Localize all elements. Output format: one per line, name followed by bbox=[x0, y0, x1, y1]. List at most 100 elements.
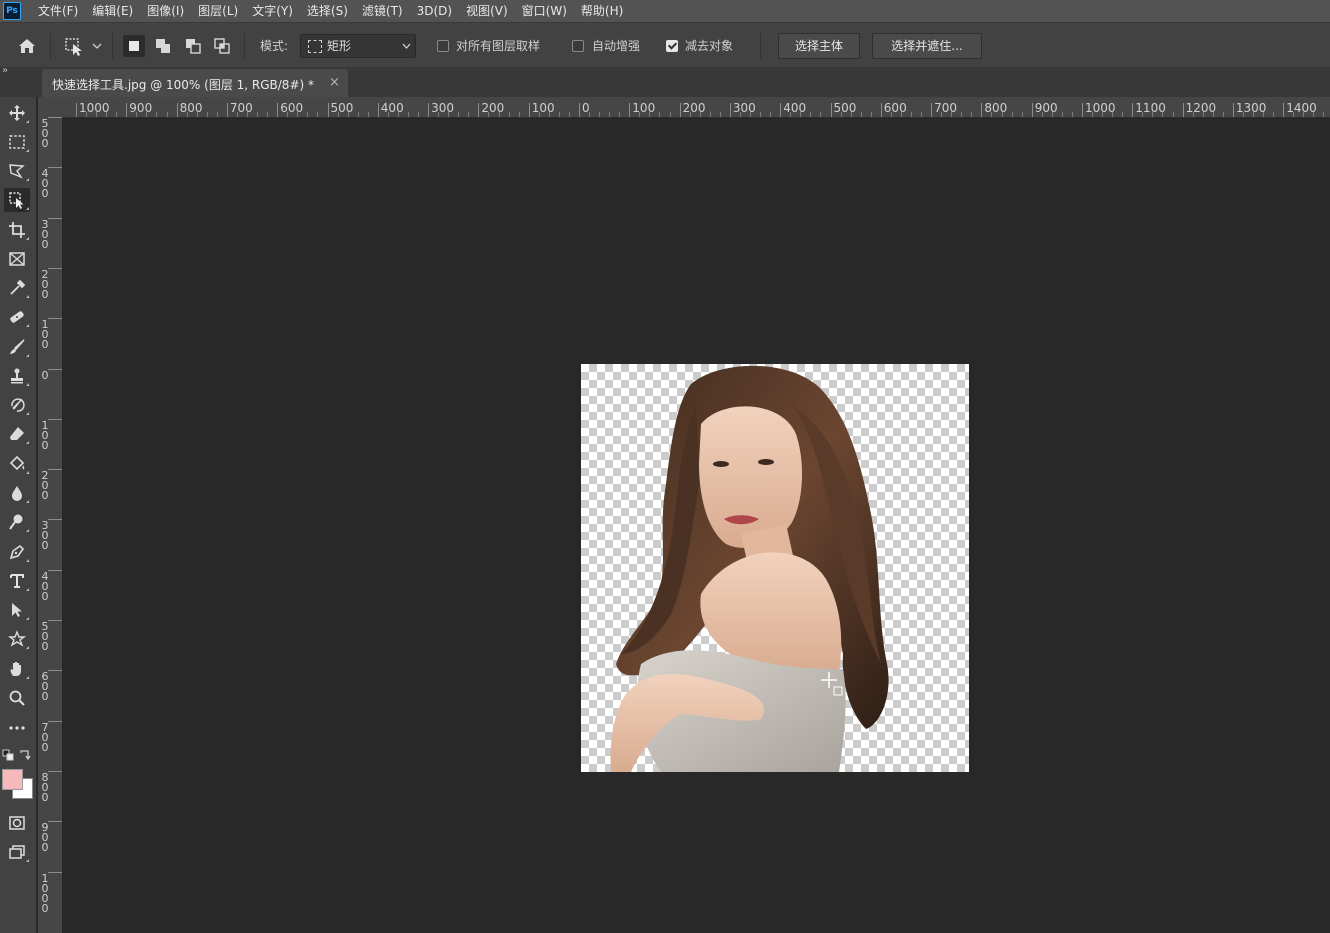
new-selection-button[interactable] bbox=[123, 35, 145, 57]
ruler-major-tick bbox=[48, 418, 62, 420]
tools-panel bbox=[0, 97, 37, 933]
quick-mask-button[interactable] bbox=[4, 811, 30, 835]
ruler-minor-tick bbox=[297, 112, 299, 117]
menu-view[interactable]: 视图(V) bbox=[459, 0, 515, 22]
ruler-top-label: 200 bbox=[682, 101, 706, 115]
menu-help[interactable]: 帮助(H) bbox=[574, 0, 630, 22]
ruler-minor-tick bbox=[196, 112, 198, 117]
path-selection-tool[interactable] bbox=[4, 598, 30, 622]
ruler-major-tick bbox=[931, 103, 933, 117]
type-icon bbox=[10, 574, 24, 588]
menu-filter[interactable]: 滤镜(T) bbox=[355, 0, 410, 22]
tool-preset-picker[interactable] bbox=[62, 35, 106, 57]
vertical-ruler[interactable]: 5004003002001000100200300400500600700800… bbox=[38, 117, 63, 933]
menu-type[interactable]: 文字(Y) bbox=[245, 0, 300, 22]
marquee-tool[interactable] bbox=[4, 130, 30, 154]
select-subject-button[interactable]: 选择主体 bbox=[778, 33, 860, 59]
ruler-origin[interactable] bbox=[38, 97, 63, 118]
eyedropper-tool[interactable] bbox=[4, 276, 30, 300]
menu-select[interactable]: 选择(S) bbox=[300, 0, 355, 22]
auto-enhance-label: 自动增强 bbox=[592, 39, 641, 53]
add-to-selection-button[interactable] bbox=[152, 35, 174, 57]
ruler-minor-tick bbox=[257, 112, 259, 117]
ruler-minor-tick bbox=[790, 112, 792, 117]
paint-bucket-tool[interactable] bbox=[4, 452, 30, 476]
ruler-minor-tick bbox=[548, 112, 550, 117]
zoom-tool[interactable] bbox=[4, 686, 30, 710]
ruler-minor-tick bbox=[639, 112, 641, 117]
document-image[interactable] bbox=[581, 364, 969, 772]
ruler-left-digit: 0 bbox=[41, 690, 49, 704]
custom-shape-tool[interactable] bbox=[4, 627, 30, 651]
hand-tool[interactable] bbox=[4, 657, 30, 681]
ruler-major-tick bbox=[48, 871, 62, 873]
edit-toolbar-button[interactable] bbox=[4, 716, 30, 740]
ruler-major-tick bbox=[48, 117, 62, 118]
ruler-left-label: 400 bbox=[41, 571, 49, 602]
ruler-minor-tick bbox=[1112, 112, 1114, 117]
ruler-left-digit: 0 bbox=[41, 489, 49, 503]
eraser-tool[interactable] bbox=[4, 422, 30, 446]
photoshop-logo[interactable]: Ps bbox=[3, 2, 21, 20]
horizontal-ruler[interactable]: 1000 900 800 700 600 500 400 300 200 100 0 100 200 30… bbox=[62, 97, 1330, 118]
ruler-top-label: 1300 bbox=[1235, 101, 1267, 115]
close-tab-icon[interactable]: × bbox=[329, 75, 340, 90]
lasso-tool[interactable] bbox=[4, 159, 30, 183]
swap-colors-icon[interactable] bbox=[19, 749, 31, 761]
menu-file[interactable]: 文件(F) bbox=[31, 0, 85, 22]
healing-brush-tool[interactable] bbox=[4, 305, 30, 329]
frame-tool[interactable] bbox=[4, 247, 30, 271]
home-icon[interactable] bbox=[15, 35, 39, 57]
screen-mode-button[interactable] bbox=[4, 840, 30, 864]
ruler-minor-tick bbox=[1202, 112, 1204, 117]
blur-tool[interactable] bbox=[4, 481, 30, 505]
ruler-major-tick bbox=[377, 103, 379, 117]
default-colors-icon[interactable] bbox=[2, 749, 14, 761]
ruler-minor-tick bbox=[1222, 112, 1224, 117]
select-and-mask-button[interactable]: 选择并遮住... bbox=[872, 33, 982, 59]
pen-tool[interactable] bbox=[4, 540, 30, 564]
foreground-color-swatch[interactable] bbox=[2, 769, 23, 790]
crop-tool[interactable] bbox=[4, 218, 30, 242]
document-tab-bar: » 快速选择工具.jpg @ 100% (图层 1, RGB/8#) * × bbox=[0, 65, 1330, 97]
rectangle-mode-icon bbox=[308, 40, 322, 53]
auto-enhance-checkbox[interactable] bbox=[572, 40, 584, 52]
menu-edit[interactable]: 编辑(E) bbox=[85, 0, 140, 22]
sample-all-layers-checkbox[interactable] bbox=[437, 40, 449, 52]
menu-3d[interactable]: 3D(D) bbox=[410, 0, 459, 22]
subtract-object-checkbox[interactable] bbox=[666, 40, 678, 52]
ruler-major-tick bbox=[48, 569, 62, 571]
ruler-left-digit: 0 bbox=[41, 539, 49, 553]
ruler-left-label: 200 bbox=[41, 470, 49, 503]
object-selection-tool[interactable] bbox=[4, 188, 30, 212]
document-tab[interactable]: 快速选择工具.jpg @ 100% (图层 1, RGB/8#) * × bbox=[42, 69, 348, 97]
ruler-left-digit: 0 bbox=[41, 368, 49, 382]
dodge-tool[interactable] bbox=[4, 510, 30, 534]
brush-tool[interactable] bbox=[4, 335, 30, 359]
intersect-selection-button[interactable] bbox=[211, 35, 233, 57]
move-tool[interactable] bbox=[4, 101, 30, 125]
ruler-left-label: 300 bbox=[41, 219, 49, 250]
clone-stamp-tool[interactable] bbox=[4, 364, 30, 388]
ruler-major-tick bbox=[277, 103, 279, 117]
type-tool[interactable] bbox=[4, 569, 30, 593]
custom-shape-icon bbox=[8, 630, 26, 647]
ruler-minor-tick bbox=[1021, 112, 1023, 117]
menu-window[interactable]: 窗口(W) bbox=[515, 0, 574, 22]
ruler-minor-tick bbox=[186, 112, 188, 117]
ruler-minor-tick bbox=[387, 112, 389, 117]
ruler-minor-tick bbox=[307, 112, 309, 117]
history-brush-tool[interactable] bbox=[4, 393, 30, 417]
ruler-minor-tick bbox=[890, 112, 892, 117]
menu-image[interactable]: 图像(I) bbox=[140, 0, 191, 22]
ruler-left-digit: 0 bbox=[41, 841, 49, 855]
mode-select[interactable]: 矩形 bbox=[300, 34, 416, 58]
sample-all-layers-label: 对所有图层取样 bbox=[456, 39, 541, 53]
subtract-from-selection-button[interactable] bbox=[182, 35, 204, 57]
new-selection-icon bbox=[129, 41, 139, 51]
expand-panel-toggle[interactable]: » bbox=[2, 65, 8, 76]
ruler-minor-tick bbox=[971, 112, 973, 117]
menu-layer[interactable]: 图层(L) bbox=[191, 0, 245, 22]
ruler-left-digit: 0 bbox=[41, 137, 49, 150]
screen-mode-icon bbox=[9, 845, 25, 859]
